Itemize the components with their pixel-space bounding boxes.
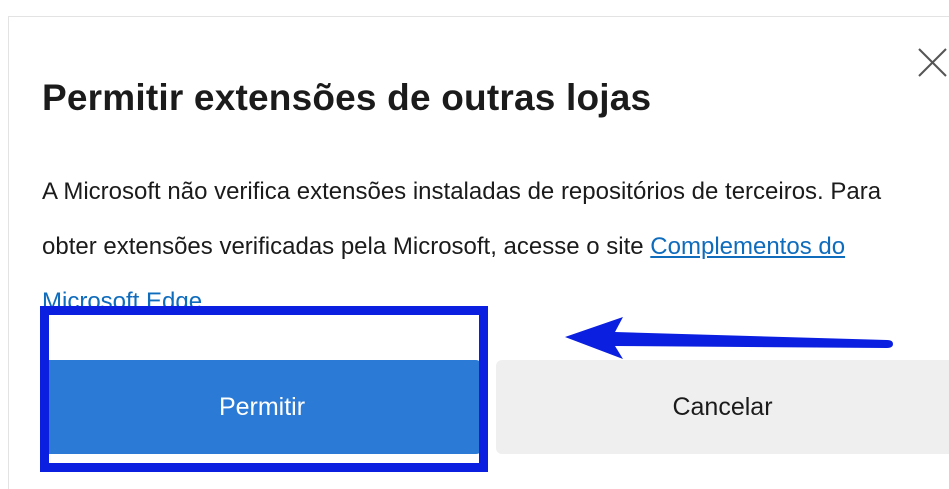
- permission-dialog: Permitir extensões de outras lojas A Mic…: [0, 0, 949, 489]
- close-button[interactable]: [914, 44, 948, 78]
- allow-button-label: Permitir: [218, 392, 306, 421]
- close-icon: [914, 44, 948, 78]
- dialog-message: A Microsoft não verifica extensões insta…: [42, 164, 922, 329]
- dialog-message-suffix: .: [202, 288, 209, 315]
- dialog-left-border: [8, 16, 9, 489]
- dialog-top-border: [8, 16, 949, 17]
- allow-button[interactable]: Permitir: [42, 360, 482, 454]
- dialog-title: Permitir extensões de outras lojas: [42, 77, 652, 118]
- cancel-button-label: Cancelar: [672, 392, 773, 421]
- cancel-button[interactable]: Cancelar: [496, 360, 949, 454]
